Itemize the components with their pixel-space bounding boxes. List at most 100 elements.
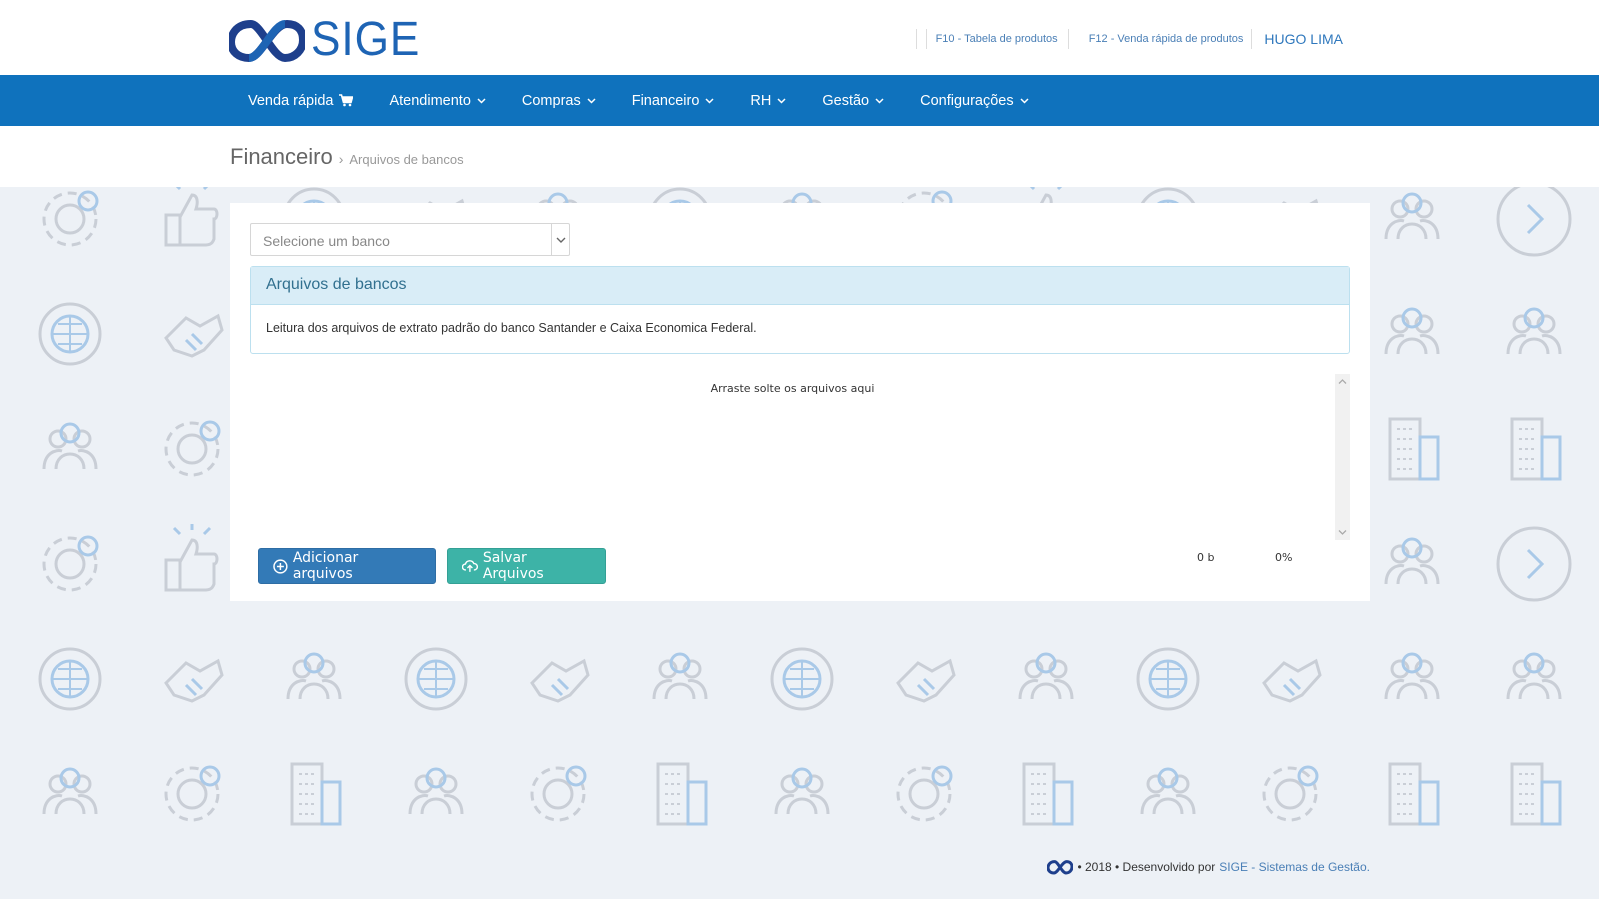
upload-percent: 0%: [1275, 551, 1293, 564]
top-links: F10 - Tabela de produtos F12 - Venda ráp…: [907, 28, 1343, 50]
logo[interactable]: SIGE: [229, 16, 430, 64]
thumb-pattern-icon: [164, 524, 219, 592]
chevron-down-icon: [477, 98, 486, 104]
people-pattern-icon: [42, 767, 98, 815]
footer-link[interactable]: SIGE - Sistemas de Gestão.: [1219, 860, 1370, 874]
globe-pattern-icon: [38, 647, 102, 711]
people-pattern-icon: [1384, 537, 1440, 585]
chevron-down-icon: [875, 98, 884, 104]
nav-item-label: Gestão: [822, 92, 870, 109]
chevron-down-icon: [777, 98, 786, 104]
people-pattern-icon: [774, 767, 830, 815]
add-files-button[interactable]: Adicionar arquivos: [258, 548, 436, 584]
cloud-upload-icon: [462, 560, 478, 572]
nav-item-compras[interactable]: Compras: [504, 75, 614, 126]
sige-logo-icon: [1047, 860, 1074, 875]
divider: [925, 29, 927, 49]
sige-logo-icon: [229, 19, 305, 63]
main-panel: Selecione um banco Arquivos de bancos Le…: [230, 203, 1370, 601]
hand-pattern-icon: [896, 658, 956, 703]
chevron-down-icon: [556, 237, 565, 243]
user-menu[interactable]: HUGO LIMA: [1264, 31, 1343, 47]
nav-item-atendimento[interactable]: Atendimento: [371, 75, 503, 126]
divider: [915, 29, 917, 49]
building-pattern-icon: [290, 762, 342, 826]
footer-text: • 2018 • Desenvolvido por: [1077, 860, 1216, 874]
globe-pattern-icon: [38, 302, 102, 366]
breadcrumb-bar: Financeiro › Arquivos de bancos: [0, 126, 1599, 187]
nav-item-rh[interactable]: RH: [732, 75, 804, 126]
info-panel-body: Leitura dos arquivos de extrato padrão d…: [266, 321, 757, 335]
info-panel-heading: Arquivos de bancos: [251, 267, 1349, 305]
nav-item-gestao[interactable]: Gestão: [804, 75, 902, 126]
plus-circle-icon: [273, 558, 288, 574]
chevron-down-icon: [1020, 98, 1029, 104]
people-pattern-icon: [1384, 307, 1440, 355]
bank-select[interactable]: Selecione um banco: [250, 223, 570, 256]
nav-item-label: Compras: [521, 92, 581, 109]
page-title[interactable]: Financeiro: [230, 144, 333, 170]
building-pattern-icon: [1388, 417, 1440, 481]
nav-item-financeiro[interactable]: Financeiro: [614, 75, 733, 126]
chevron-down-icon: [705, 98, 714, 104]
file-dropzone[interactable]: Arraste solte os arquivos aqui: [250, 374, 1350, 540]
save-files-button[interactable]: Salvar Arquivos: [447, 548, 606, 584]
building-pattern-icon: [1510, 762, 1562, 826]
people-pattern-icon: [1384, 652, 1440, 700]
building-pattern-icon: [1022, 762, 1074, 826]
people-pattern-icon: [408, 767, 464, 815]
hand-pattern-icon: [164, 313, 224, 358]
thumb-pattern-icon: [164, 187, 219, 247]
arrow-pattern-icon: [1496, 187, 1572, 257]
scroll-up-icon[interactable]: [1338, 378, 1347, 385]
breadcrumb-separator: ›: [338, 151, 344, 167]
people-pattern-icon: [1384, 192, 1440, 240]
add-files-label: Adicionar arquivos: [292, 550, 359, 582]
people-pattern-icon: [42, 422, 98, 470]
nav-items: Venda rápida Atendimento Compras Finance…: [230, 75, 1047, 126]
people-pattern-icon: [1506, 307, 1562, 355]
divider: [1067, 29, 1069, 49]
nav-item-label: Atendimento: [389, 92, 471, 109]
save-files-label: Salvar Arquivos: [482, 550, 544, 582]
dropzone-text: Arraste solte os arquivos aqui: [710, 382, 875, 395]
people-pattern-icon: [1506, 652, 1562, 700]
globe-pattern-icon: [404, 647, 468, 711]
gear-pattern-icon: [164, 765, 221, 822]
hand-pattern-icon: [530, 658, 590, 703]
f12-link[interactable]: F12 - Venda rápida de produtos: [1089, 33, 1244, 45]
cart-icon: [339, 94, 354, 107]
footer: • 2018 • Desenvolvido por SIGE - Sistema…: [1047, 859, 1370, 875]
nav-item-configuracoes[interactable]: Configurações: [902, 75, 1047, 126]
people-pattern-icon: [286, 652, 342, 700]
gear-pattern-icon: [530, 765, 587, 822]
select-arrow[interactable]: [551, 224, 569, 255]
upload-size: 0 b: [1197, 551, 1215, 564]
gear-pattern-icon: [164, 420, 221, 477]
gear-pattern-icon: [896, 765, 953, 822]
hand-pattern-icon: [1262, 658, 1322, 703]
nav-item-label: Venda rápida: [248, 92, 334, 109]
main-navbar: Venda rápida Atendimento Compras Finance…: [0, 75, 1599, 126]
people-pattern-icon: [1018, 652, 1074, 700]
nav-item-venda-rapida[interactable]: Venda rápida: [230, 75, 371, 126]
scroll-down-icon[interactable]: [1338, 529, 1347, 536]
divider: [1251, 29, 1253, 49]
building-pattern-icon: [656, 762, 708, 826]
nav-item-label: Configurações: [920, 92, 1014, 109]
building-pattern-icon: [1510, 417, 1562, 481]
nav-item-label: Financeiro: [631, 92, 700, 109]
info-panel: Arquivos de bancos Leitura dos arquivos …: [250, 266, 1350, 354]
f10-link[interactable]: F10 - Tabela de produtos: [936, 33, 1058, 45]
gear-pattern-icon: [42, 535, 99, 592]
globe-pattern-icon: [1136, 647, 1200, 711]
people-pattern-icon: [1140, 767, 1196, 815]
logo-text: SIGE: [311, 13, 421, 66]
dropzone-scrollbar[interactable]: [1335, 374, 1350, 540]
chevron-down-icon: [587, 98, 596, 104]
hand-pattern-icon: [164, 658, 224, 703]
nav-item-label: RH: [750, 92, 772, 109]
building-pattern-icon: [1388, 762, 1440, 826]
breadcrumb: Financeiro › Arquivos de bancos: [230, 144, 464, 170]
bank-select-placeholder: Selecione um banco: [263, 233, 390, 249]
